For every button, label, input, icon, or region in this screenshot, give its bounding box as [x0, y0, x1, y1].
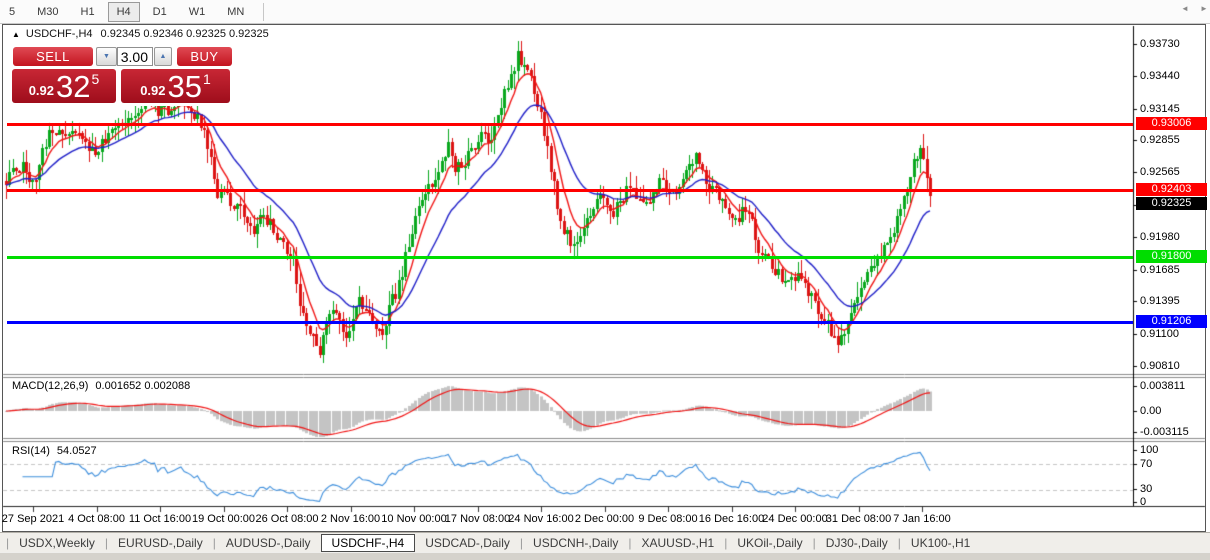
level-line-resistance-upper[interactable]: [7, 123, 1133, 126]
time-axis-label: 2 Nov 16:00: [320, 513, 381, 525]
rsi-axis-label: 0: [1140, 496, 1147, 508]
price-axis-label: 0.93440: [1140, 69, 1180, 82]
chart-tab-usdcad-daily[interactable]: USDCAD-,Daily: [415, 535, 520, 551]
price-axis-label: 0.92565: [1140, 166, 1180, 179]
time-axis-label: 7 Jan 16:00: [893, 513, 951, 525]
mt4-window: 5M30H1H4D1W1MN ▲USDCHF-,H40.92345 0.9234…: [0, 0, 1210, 560]
rsi-axis-label: 70: [1140, 458, 1153, 470]
time-axis-label: 17 Nov 08:00: [444, 513, 511, 525]
sell-price-display[interactable]: 0.92 32 5: [12, 69, 116, 103]
price-axis-label: 0.93730: [1140, 38, 1180, 50]
chevron-down-icon: ▼: [103, 53, 110, 60]
chart-tab-usdcnh-daily[interactable]: USDCNH-,Daily: [523, 535, 628, 551]
macd-name: MACD(12,26,9): [12, 380, 89, 392]
time-axis-label: 26 Oct 08:00: [255, 513, 319, 525]
time-axis-label: 2 Dec 00:00: [574, 513, 635, 525]
time-axis-label: 24 Dec 00:00: [762, 513, 828, 525]
chart-tab-eurusd-daily[interactable]: EURUSD-,Daily: [108, 535, 213, 551]
price-axis-label: 0.91980: [1140, 230, 1180, 243]
rsi-indicator-label: RSI(14) 54.0527: [12, 445, 97, 457]
time-axis-label: 4 Oct 08:00: [68, 513, 125, 525]
level-badge-support-lower: 0.91206: [1136, 315, 1207, 328]
level-line-support-upper[interactable]: [7, 256, 1133, 259]
time-axis-label: 19 Oct 00:00: [192, 513, 255, 525]
buy-price-prefix: 0.92: [140, 83, 166, 98]
sell-price-big: 32: [56, 68, 91, 104]
macd-indicator-label: MACD(12,26,9) 0.001652 0.002088: [12, 380, 190, 392]
chart-tab-uk100-h1[interactable]: UK100-,H1: [901, 535, 980, 551]
buy-price-sup: 1: [203, 71, 211, 87]
level-badge-resistance-upper: 0.93006: [1136, 117, 1207, 130]
current-price-badge: 0.92325: [1136, 197, 1207, 210]
macd-values: 0.001652 0.002088: [95, 380, 191, 392]
rsi-axis-label: 100: [1140, 444, 1159, 456]
time-axis-label: 11 Oct 16:00: [128, 513, 192, 525]
chart-tab-xauusd-h1[interactable]: XAUUSD-,H1: [632, 535, 725, 551]
macd-axis-label: -0.003115: [1140, 426, 1189, 438]
level-badge-support-upper: 0.91800: [1136, 250, 1207, 263]
buy-price-big: 35: [167, 68, 202, 104]
buy-button[interactable]: BUY: [177, 47, 232, 66]
price-axis-label: 0.93145: [1140, 102, 1180, 115]
macd-axis-label: 0.003811: [1140, 380, 1186, 392]
chart-tab-dj30-daily[interactable]: DJ30-,Daily: [816, 535, 898, 551]
sell-price-sup: 5: [91, 71, 100, 87]
level-badge-resistance-lower: 0.92403: [1136, 183, 1207, 196]
buy-price-display[interactable]: 0.92 35 1: [121, 69, 230, 103]
level-line-support-lower[interactable]: [7, 321, 1133, 324]
window-bottom-strip: [0, 552, 1210, 560]
volume-decrease-button[interactable]: ▼: [96, 47, 117, 66]
price-axis-label: 0.91395: [1140, 295, 1180, 308]
chart-symbol: USDCHF-,H4: [25, 28, 93, 40]
time-axis-label: 24 Nov 16:00: [508, 513, 574, 525]
chart-tab-usdchf-h4[interactable]: USDCHF-,H4: [320, 533, 416, 552]
rsi-name: RSI(14): [12, 445, 50, 457]
level-line-resistance-lower[interactable]: [7, 189, 1133, 192]
volume-input[interactable]: [117, 47, 153, 66]
time-axis-label: 10 Nov 00:00: [381, 513, 447, 525]
chevron-up-icon: ▲: [159, 53, 167, 60]
macd-axis-label: 0.00: [1140, 405, 1162, 417]
rsi-value: 54.0527: [56, 445, 97, 457]
sell-button[interactable]: SELL: [13, 47, 93, 66]
time-axis-label: 9 Dec 08:00: [638, 513, 698, 525]
volume-increase-button[interactable]: ▲: [154, 47, 172, 66]
time-axis-label: 27 Sep 2021: [1, 513, 65, 525]
chart-tab-ukoil-daily[interactable]: UKOil-,Daily: [727, 535, 812, 551]
price-axis-label: 0.91685: [1140, 263, 1180, 276]
rsi-axis-label: 30: [1140, 483, 1153, 495]
price-axis-label: 0.91100: [1140, 328, 1179, 340]
chart-tab-usdx-weekly[interactable]: USDX,Weekly: [9, 535, 105, 551]
time-axis-label: 16 Dec 16:00: [698, 513, 765, 525]
panel-collapse-icon[interactable]: ▲: [12, 30, 20, 39]
chart-tab-audusd-daily[interactable]: AUDUSD-,Daily: [216, 535, 321, 551]
price-axis-label: 0.92855: [1140, 134, 1180, 147]
time-axis-label: 31 Dec 08:00: [825, 513, 892, 525]
price-axis-label: 0.90810: [1140, 359, 1180, 372]
chart-tab-bar: | USDX,Weekly | EURUSD-,Daily | AUDUSD-,Daily…: [0, 532, 1210, 552]
chart-ohlc-quotes: 0.92345 0.92346 0.92325 0.92325: [100, 28, 269, 40]
sell-price-prefix: 0.92: [28, 83, 55, 98]
chart-title: ▲ USDCHF-,H4 0.92345 0.92346 0.92325 0.923…: [12, 28, 269, 40]
